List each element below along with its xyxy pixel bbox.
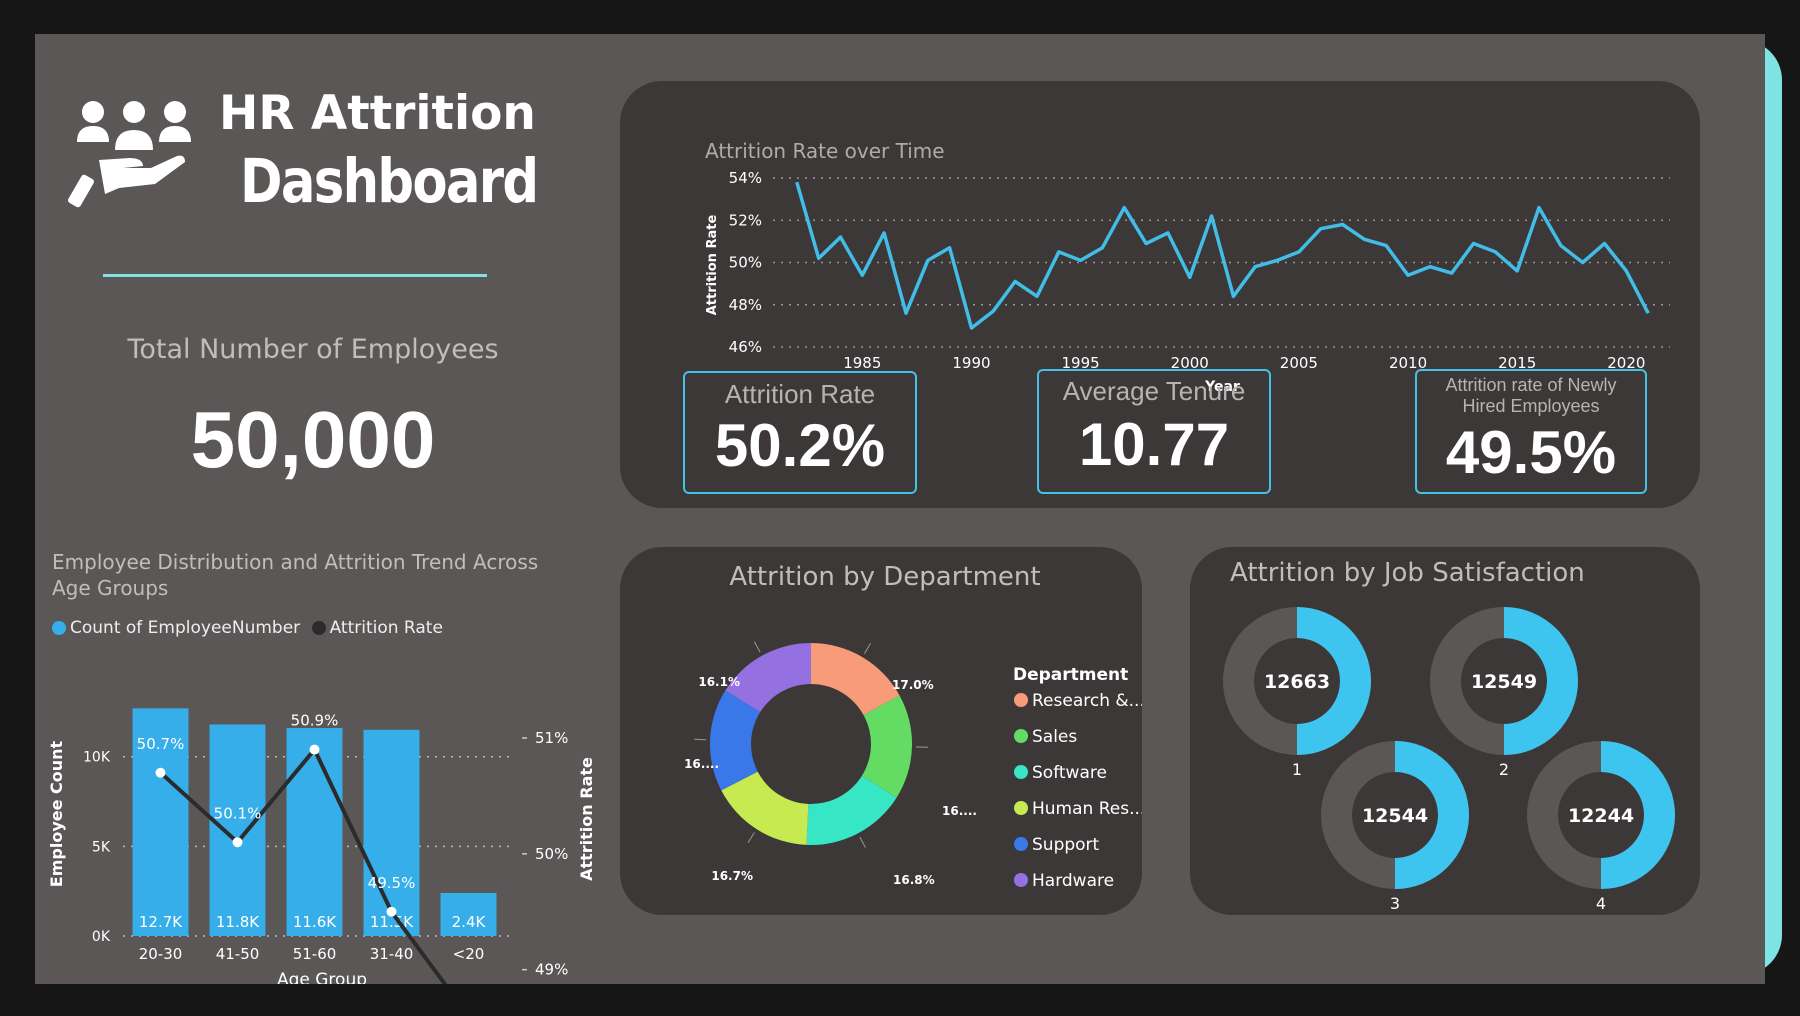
trend-y-tick: 52% bbox=[729, 211, 762, 229]
age-chart-title-line2: Age Groups bbox=[52, 576, 169, 600]
dept-leader-line bbox=[753, 641, 761, 653]
job-donut-category: 4 bbox=[1596, 894, 1606, 913]
job-donut-category: 1 bbox=[1292, 760, 1302, 779]
total-employees-value: 50,000 bbox=[190, 395, 436, 484]
dept-slice-label: 16.7% bbox=[711, 869, 753, 883]
kpi-average-tenure-label: Average Tenure bbox=[1062, 376, 1246, 406]
job-donut-value: 12544 bbox=[1362, 805, 1428, 827]
age-y2-axis-label: Attrition Rate bbox=[577, 757, 595, 881]
dept-leader-line bbox=[864, 643, 871, 654]
header-divider bbox=[103, 274, 487, 277]
age-y2-tick: 50% bbox=[535, 845, 568, 863]
page-title-line1: HR Attrition bbox=[219, 86, 536, 141]
dept-legend-label: Sales bbox=[1032, 727, 1077, 747]
dept-legend-dot bbox=[1014, 729, 1028, 743]
total-employees-label: Total Number of Employees bbox=[127, 334, 499, 365]
dept-slice-label: 16.... bbox=[684, 757, 719, 771]
job-donut-value: 12549 bbox=[1471, 671, 1537, 693]
page-title-line2: Dashboard bbox=[240, 146, 539, 217]
trend-x-tick: 1985 bbox=[843, 354, 881, 372]
age-chart: 0K 5K 10K 49% 50% 51% Employee Count Attrition … bbox=[47, 708, 595, 984]
age-x-tick: <20 bbox=[453, 945, 485, 963]
legend-count-item[interactable]: Count of EmployeeNumber bbox=[52, 618, 300, 638]
age-y-tick: 0K bbox=[92, 929, 111, 945]
kpi-attrition-rate-label: Attrition Rate bbox=[724, 379, 876, 409]
trend-x-tick: 2005 bbox=[1280, 354, 1318, 372]
dept-slice-label: 16.1% bbox=[698, 675, 740, 689]
age-bar bbox=[286, 728, 343, 936]
kpi-average-tenure: Average Tenure 10.77 bbox=[1037, 369, 1271, 494]
dept-legend-dot bbox=[1014, 873, 1028, 887]
job-chart: 12663 1 12549 2 12544 3 12244 4 bbox=[1223, 607, 1675, 913]
job-donut-category: 3 bbox=[1390, 894, 1400, 913]
age-x-axis-label: Age Group bbox=[277, 970, 367, 984]
dept-slice-label: 16.... bbox=[942, 804, 977, 818]
age-bar bbox=[363, 729, 420, 936]
dept-legend-label: Hardware bbox=[1032, 871, 1114, 891]
age-rate-point bbox=[232, 837, 243, 848]
kpi-new-hire-value: 49.5% bbox=[1445, 419, 1617, 486]
dept-legend-label: Human Res... bbox=[1032, 799, 1142, 819]
dashboard-canvas: HR Attrition Dashboard Total Number of E… bbox=[35, 34, 1765, 984]
trend-y-tick: 54% bbox=[729, 169, 762, 187]
age-bar bbox=[209, 724, 266, 936]
people-in-hand-icon bbox=[68, 101, 191, 208]
dept-slice-label: 17.0% bbox=[892, 678, 934, 692]
age-x-tick: 31-40 bbox=[370, 945, 414, 963]
kpi-attrition-rate: Attrition Rate 50.2% bbox=[683, 371, 917, 494]
age-rate-point bbox=[386, 906, 397, 917]
dept-legend-title: Department bbox=[1013, 665, 1128, 685]
age-x-tick: 20-30 bbox=[139, 945, 183, 963]
age-rate-point bbox=[309, 744, 320, 755]
trend-y-axis-label: Attrition Rate bbox=[705, 215, 720, 316]
age-rate-label: 50.7% bbox=[137, 735, 185, 753]
age-x-tick: 41-50 bbox=[216, 945, 260, 963]
job-donut-value: 12244 bbox=[1568, 805, 1634, 827]
age-x-tick: 51-60 bbox=[293, 945, 337, 963]
age-y2-tick: 49% bbox=[535, 961, 568, 979]
trend-y-tick: 46% bbox=[729, 338, 762, 356]
dept-chart: 17.0% 16.... 16.8% 16.7% 16.... 16.1% Departme… bbox=[684, 641, 1142, 891]
age-bar-label: 11.6K bbox=[293, 913, 337, 931]
dept-leader-line bbox=[859, 836, 866, 848]
dept-legend-label: Support bbox=[1032, 835, 1100, 855]
kpi-attrition-rate-value: 50.2% bbox=[714, 412, 886, 479]
trend-y-tick: 50% bbox=[729, 254, 762, 272]
age-rate-point bbox=[155, 767, 166, 778]
job-donut-category: 2 bbox=[1499, 760, 1509, 779]
dept-legend-dot bbox=[1014, 837, 1028, 851]
trend-x-tick: 1990 bbox=[952, 354, 990, 372]
kpi-new-hire-label-line2: Hired Employees bbox=[1462, 396, 1600, 416]
age-y2-tick: 51% bbox=[535, 729, 568, 747]
dept-legend-dot bbox=[1014, 765, 1028, 779]
age-chart-legend: Count of EmployeeNumber Attrition Rate bbox=[52, 618, 443, 638]
age-rate-label: 50.9% bbox=[291, 712, 339, 730]
dept-legend-label: Research &... bbox=[1032, 691, 1142, 711]
trend-chart-title: Attrition Rate over Time bbox=[705, 139, 945, 163]
trend-series-line bbox=[795, 181, 1650, 330]
kpi-average-tenure-value: 10.77 bbox=[1078, 411, 1230, 478]
job-donut-value: 12663 bbox=[1264, 671, 1330, 693]
age-rate-label: 49.5% bbox=[368, 874, 416, 892]
kpi-new-hire-rate: Attrition rate of Newly Hired Employees … bbox=[1415, 369, 1647, 494]
age-bar-label: 2.4K bbox=[452, 913, 487, 931]
age-bar-label: 11.8K bbox=[216, 913, 260, 931]
dept-slice-label: 16.8% bbox=[893, 873, 935, 887]
dept-legend-dot bbox=[1014, 801, 1028, 815]
age-chart-title-line1: Employee Distribution and Attrition Tren… bbox=[52, 550, 539, 574]
age-y-axis-label: Employee Count bbox=[47, 740, 66, 887]
dept-leader-line bbox=[747, 832, 755, 843]
age-bar-label: 12.7K bbox=[139, 913, 183, 931]
kpi-new-hire-label-line1: Attrition rate of Newly bbox=[1445, 375, 1617, 395]
trend-chart: Attrition Rate over Time 46% 48% 50% 52% 54% 1… bbox=[705, 139, 1670, 395]
age-y-tick: 5K bbox=[92, 839, 111, 855]
dept-legend-label: Software bbox=[1032, 763, 1107, 783]
age-rate-label: 50.1% bbox=[214, 804, 262, 822]
legend-rate-item[interactable]: Attrition Rate bbox=[311, 618, 443, 638]
age-y-tick: 10K bbox=[83, 750, 111, 766]
trend-y-tick: 48% bbox=[729, 296, 762, 314]
dept-legend-dot bbox=[1014, 693, 1028, 707]
